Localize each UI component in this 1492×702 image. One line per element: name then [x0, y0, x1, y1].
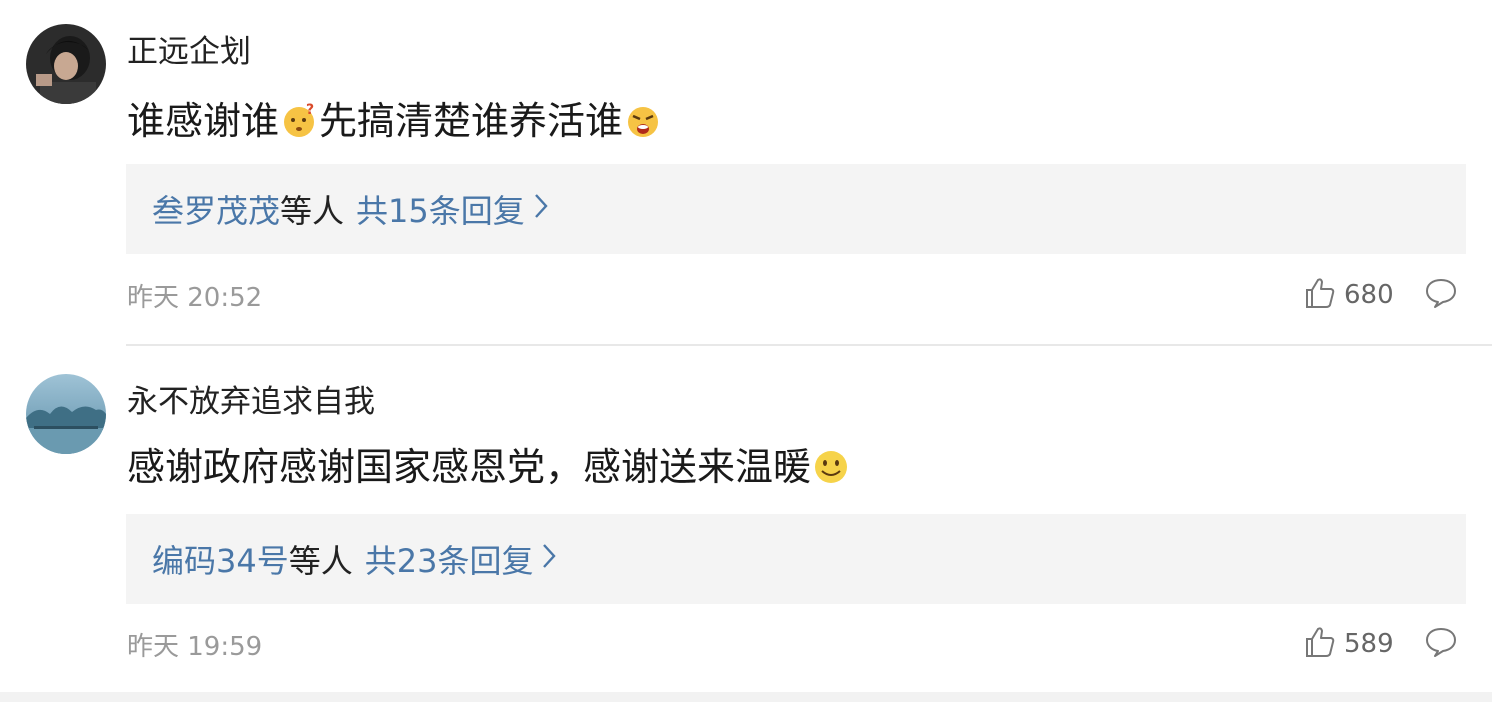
reply-count-link[interactable]: 共15条回复 — [356, 186, 549, 232]
comment-item: 永不放弃追求自我 感谢政府感谢国家感恩党，感谢送来温暖 编码34号 等人 共23… — [0, 346, 1492, 692]
comment-timestamp: 昨天 19:59 — [127, 632, 263, 662]
thumbs-up-icon — [1304, 625, 1336, 663]
chevron-right-icon — [541, 540, 557, 578]
avatar-photo — [26, 24, 106, 104]
comment-content: 感谢政府感谢国家感恩党，感谢送来温暖 — [127, 442, 851, 492]
comment-text: 先搞清楚谁养活谁 — [319, 99, 624, 143]
reply-others-label: 等人 — [288, 542, 353, 580]
reply-count-text: 共15条回复 — [356, 192, 525, 230]
reply-count-link[interactable]: 共23条回复 — [365, 536, 558, 582]
avatar[interactable] — [26, 374, 106, 454]
like-button[interactable]: 680 — [1304, 276, 1394, 314]
like-button[interactable]: 589 — [1304, 625, 1394, 663]
reply-user-names[interactable]: 编码34号 — [152, 536, 289, 582]
reply-bubble-icon[interactable] — [1424, 276, 1458, 314]
comment-text: 谁感谢谁 — [127, 99, 280, 143]
like-count: 680 — [1344, 280, 1394, 310]
reply-others-label: 等人 — [280, 192, 345, 230]
svg-text:?: ? — [306, 102, 314, 118]
reply-bubble-icon[interactable] — [1424, 625, 1458, 663]
reply-user-names[interactable]: 叁罗茂茂 — [152, 186, 280, 232]
comment-timestamp: 昨天 20:52 — [127, 283, 263, 313]
comment-username[interactable]: 永不放弃追求自我 — [127, 382, 375, 422]
reply-summary-box[interactable]: 叁罗茂茂 等人 共15条回复 — [126, 164, 1466, 254]
comment-item: 正远企划 谁感谢谁 ? 先搞清楚谁养活谁 叁罗茂茂 等人 共15条回复 昨天 2… — [0, 0, 1492, 344]
chevron-right-icon — [533, 190, 549, 228]
reply-summary-box[interactable]: 编码34号 等人 共23条回复 — [126, 514, 1466, 604]
comment-username[interactable]: 正远企划 — [127, 32, 251, 72]
like-count: 589 — [1344, 629, 1394, 659]
thinking-face-emoji-icon: ? — [279, 101, 319, 141]
comment-text: 感谢政府感谢国家感恩党，感谢送来温暖 — [127, 445, 812, 489]
avatar[interactable] — [26, 24, 106, 104]
bottom-separator — [0, 692, 1492, 702]
smile-face-emoji-icon — [811, 447, 851, 487]
avatar-photo — [26, 374, 106, 454]
thumbs-up-icon — [1304, 276, 1336, 314]
comment-content: 谁感谢谁 ? 先搞清楚谁养活谁 — [127, 96, 663, 146]
angry-shouting-face-emoji-icon — [623, 101, 663, 141]
reply-count-text: 共23条回复 — [364, 542, 534, 580]
